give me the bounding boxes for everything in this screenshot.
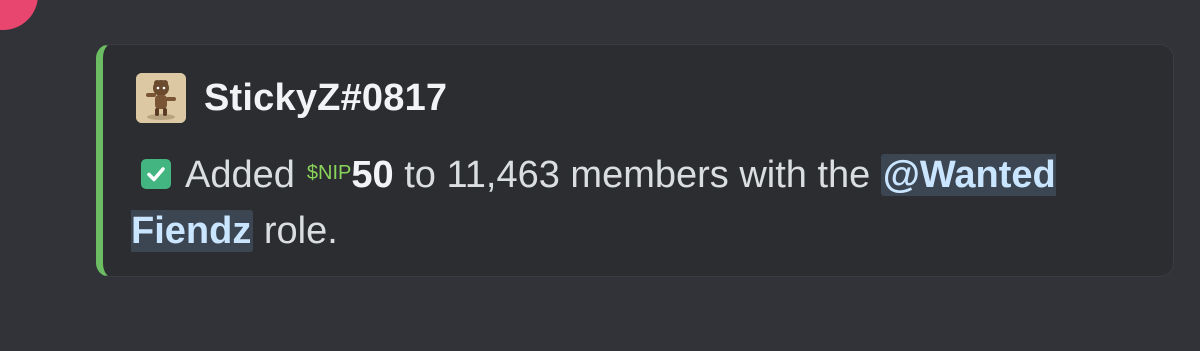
embed-author: StickyZ#0817 [136,73,447,123]
cartoon-character-icon [136,73,186,123]
nip-currency-emoji: $NIP [306,162,352,184]
amount-value: 50 [351,154,394,196]
description-text-before: Added [185,154,295,196]
bot-embed: StickyZ#0817 Added $NIP50 to 11,463 membe… [96,44,1174,277]
user-avatar-partial[interactable] [0,0,38,30]
description-text-after: role. [263,210,338,252]
description-text-middle: to 11,463 members with the [404,154,871,196]
chat-area: StickyZ#0817 Added $NIP50 to 11,463 membe… [0,0,1200,351]
author-name[interactable]: StickyZ#0817 [204,77,447,120]
author-avatar[interactable] [136,73,186,123]
white-check-mark-icon [141,159,171,189]
embed-description: Added $NIP50 to 11,463 members with the @… [131,145,1141,259]
